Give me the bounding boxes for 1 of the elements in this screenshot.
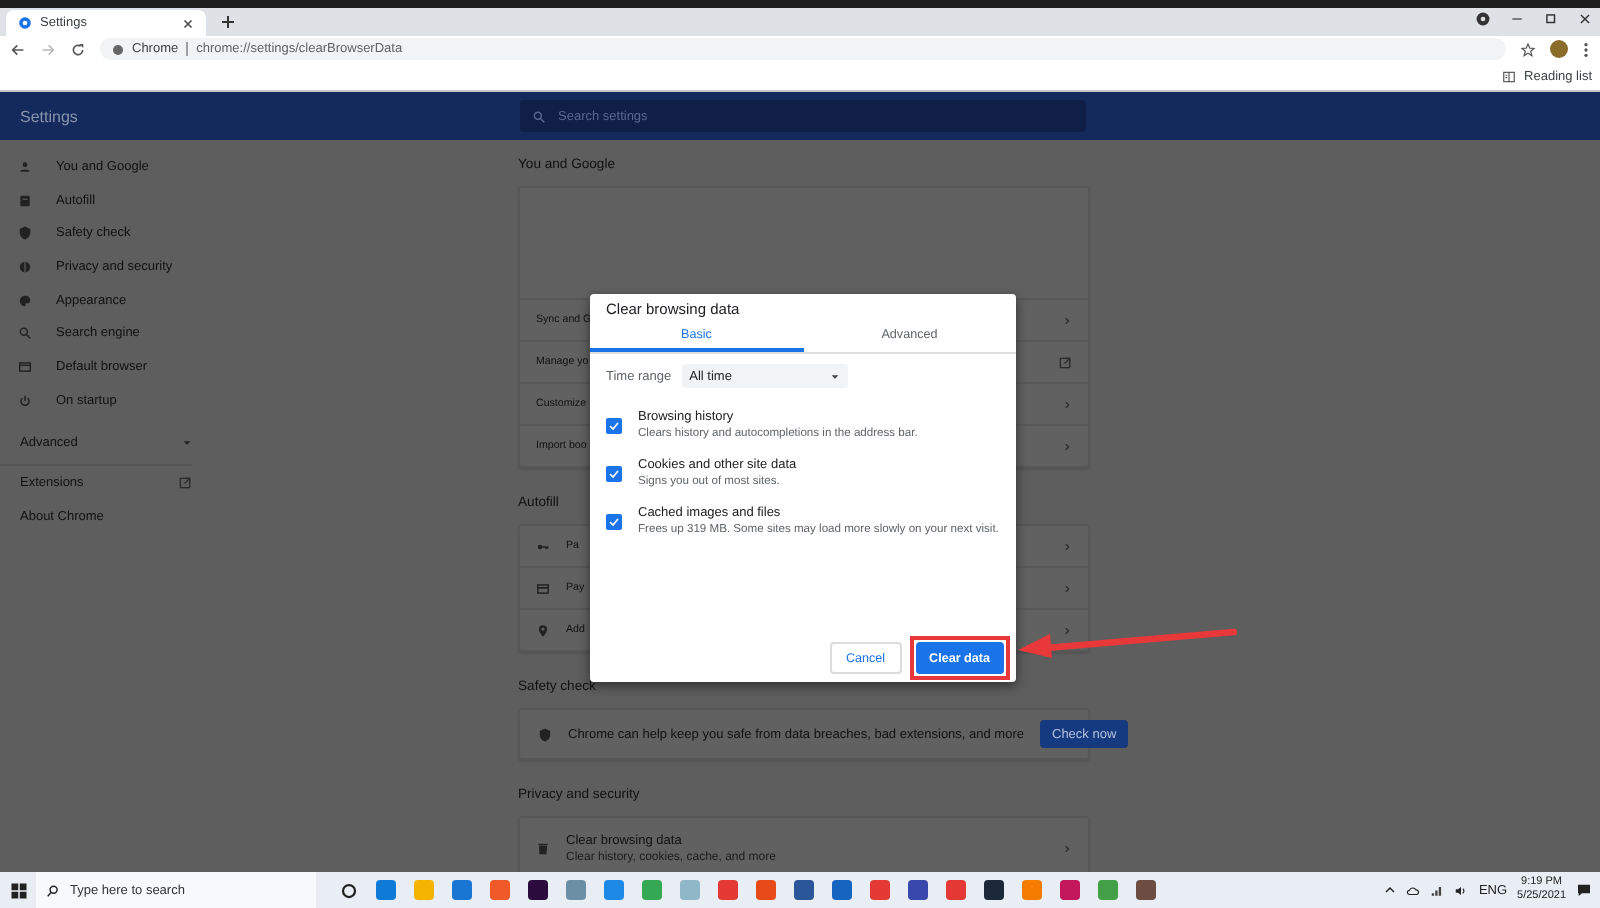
page-title: Settings [18, 107, 80, 125]
